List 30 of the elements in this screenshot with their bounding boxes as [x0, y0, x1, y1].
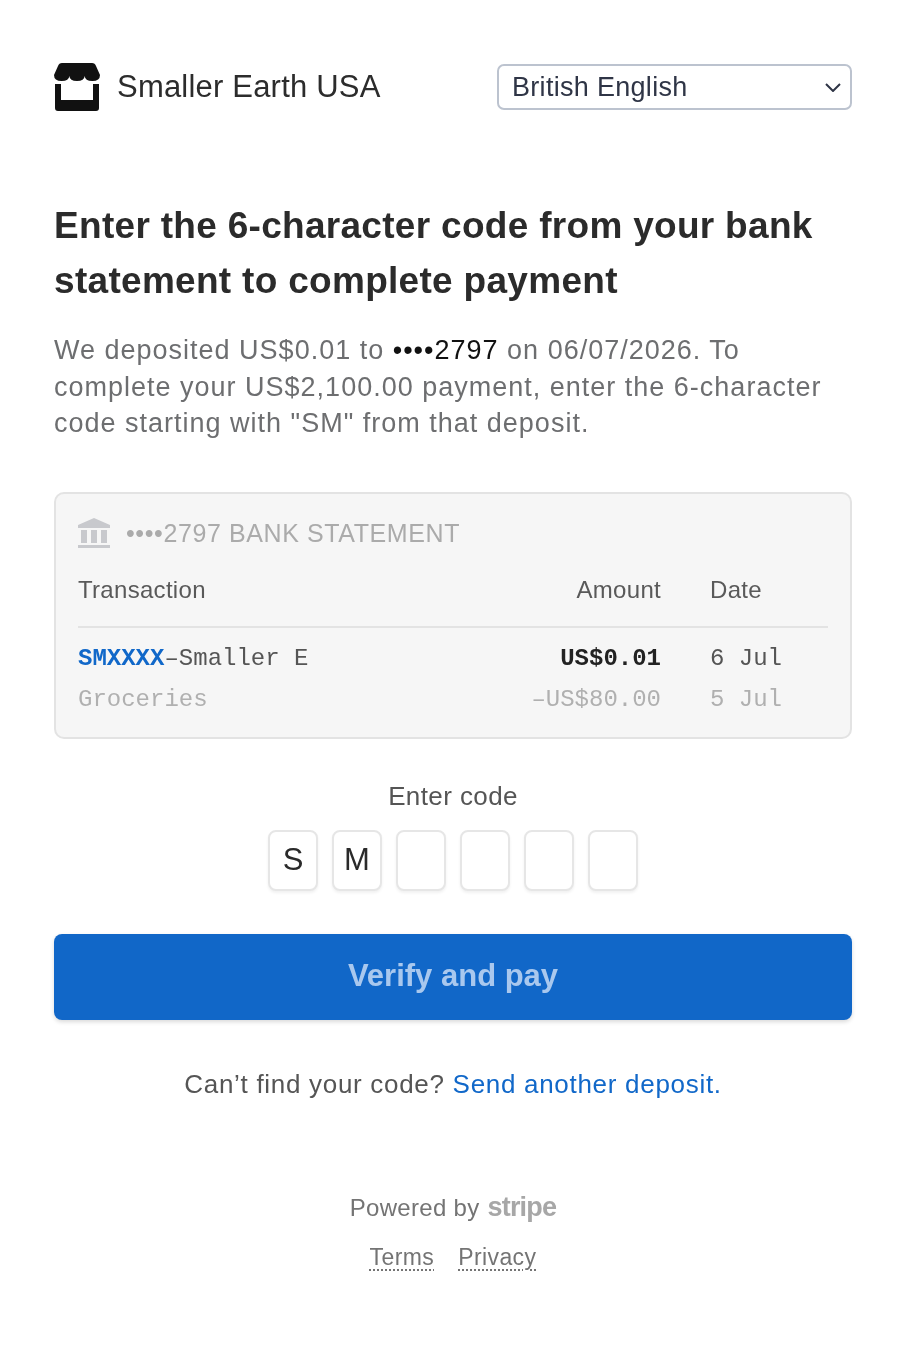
store-icon [54, 63, 100, 111]
stripe-logo: stripe [487, 1191, 557, 1222]
code-character-field[interactable]: M [332, 829, 382, 891]
footer-link[interactable]: Privacy [458, 1241, 537, 1272]
transaction-cell: SMXXXX–Smaller E [78, 645, 309, 672]
transaction-cell: Groceries [78, 686, 208, 713]
page-heading: Enter the 6-character code from your bank statement to complete payment [54, 204, 814, 303]
column-header: Amount [576, 574, 661, 605]
footer-link[interactable]: Terms [369, 1241, 435, 1272]
code-character-field[interactable] [524, 829, 574, 891]
code-character-field[interactable] [396, 829, 446, 891]
help-text: Can’t find your code? Send another deposit. [183, 1068, 723, 1099]
language-select[interactable]: British English [497, 64, 852, 110]
enter-code-label: Enter code [387, 780, 519, 811]
column-header: Date [710, 574, 762, 605]
code-character-field[interactable] [460, 829, 510, 891]
bank-icon [78, 517, 110, 548]
brand-name: Smaller Earth USA [117, 69, 381, 105]
code-character-field[interactable]: S [268, 829, 318, 891]
deposit-description: We deposited US$0.01 to ••••2797 on 06/07/2026. To complete your US$2,100.00 payment, enter the 6-character code starting with "SM" from that deposit. [54, 334, 823, 440]
amount-cell: US$0.01 [560, 645, 661, 672]
statement-title: ••••2797 BANK STATEMENT [126, 517, 461, 548]
date-cell: 6 Jul [710, 645, 782, 672]
code-character-field[interactable] [588, 829, 638, 891]
column-header: Transaction [78, 574, 206, 605]
date-cell: 5 Jul [710, 686, 782, 713]
chevron-down-icon [825, 82, 841, 92]
powered-by-text: Powered by [349, 1192, 480, 1223]
amount-cell: –US$80.00 [531, 686, 661, 713]
send-another-deposit-link[interactable]: Send another deposit. [452, 1068, 722, 1099]
